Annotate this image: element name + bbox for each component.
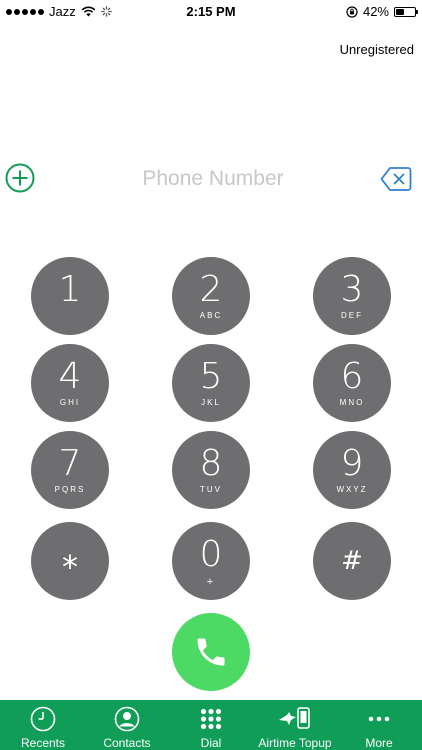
tab-more[interactable]: More [349, 700, 409, 750]
plus-circle-icon [5, 163, 35, 193]
key-digit: 7 [58, 443, 82, 484]
key-letters: JKL [201, 398, 221, 407]
tab-dial[interactable]: Dial [180, 700, 242, 750]
key-letters: MNO [339, 398, 365, 407]
key-letters: DEF [341, 311, 363, 320]
key-letters: ABC [199, 311, 223, 320]
orientation-lock-icon [346, 5, 358, 18]
more-icon [368, 706, 390, 732]
key-1[interactable]: 1 [31, 257, 109, 335]
tab-label: Contacts [103, 736, 151, 750]
status-bar: Jazz 2:15 PM 42% [0, 0, 422, 24]
key-digit: 8 [199, 443, 223, 484]
key-star[interactable]: * [31, 522, 109, 600]
backspace-icon [380, 167, 412, 191]
key-5[interactable]: 5 JKL [172, 344, 250, 422]
key-9[interactable]: 9 WXYZ [313, 431, 391, 509]
phone-icon [197, 638, 225, 666]
add-contact-button[interactable] [5, 163, 35, 193]
key-digit: 2 [199, 269, 223, 310]
key-4[interactable]: 4 GHI [31, 344, 109, 422]
key-8[interactable]: 8 TUV [172, 431, 250, 509]
key-letters: WXYZ [336, 485, 368, 494]
key-2[interactable]: 2 ABC [172, 257, 250, 335]
phone-number-input[interactable] [60, 160, 366, 198]
status-right: 42% [346, 4, 418, 19]
tab-label: Airtime Topup [258, 736, 332, 750]
key-0[interactable]: 0 + [172, 522, 250, 600]
key-digit: 9 [340, 443, 364, 484]
key-digit: 6 [340, 356, 364, 397]
battery-percent: 42% [362, 4, 389, 19]
key-3[interactable]: 3 DEF [313, 257, 391, 335]
call-button[interactable] [172, 613, 250, 691]
person-icon [114, 706, 140, 732]
key-digit: 5 [199, 356, 223, 397]
clock-icon [30, 706, 56, 732]
dialer-screen: Jazz 2:15 PM 42% Unregistered Phone Numb… [0, 0, 422, 750]
tab-label: Recents [20, 736, 66, 750]
key-7[interactable]: 7 PQRS [31, 431, 109, 509]
tab-label: Dial [200, 736, 222, 750]
airtime-topup-icon [277, 706, 313, 732]
battery-level-fill [396, 8, 404, 15]
battery-icon [394, 6, 418, 17]
tab-bar: Recents Contacts Dial Airtime Topup More [0, 700, 422, 750]
key-digit: 0 [199, 534, 223, 575]
key-hash[interactable]: # [313, 522, 391, 600]
key-letters: PQRS [54, 485, 86, 494]
tab-recents[interactable]: Recents [12, 700, 74, 750]
tab-contacts[interactable]: Contacts [96, 700, 158, 750]
tab-airtime-topup[interactable]: Airtime Topup [252, 700, 338, 750]
key-letters: + [206, 576, 216, 588]
keypad-icon [200, 706, 222, 732]
key-digit: 3 [340, 269, 364, 310]
key-digit: 1 [58, 269, 82, 310]
key-digit: # [341, 546, 363, 576]
tab-label: More [365, 736, 393, 750]
key-digit: 4 [58, 356, 82, 397]
key-digit: * [62, 548, 78, 586]
key-letters: TUV [200, 485, 222, 494]
key-6[interactable]: 6 MNO [313, 344, 391, 422]
registration-status: Unregistered [339, 42, 414, 57]
backspace-button[interactable] [380, 166, 412, 192]
key-letters: GHI [59, 398, 81, 407]
